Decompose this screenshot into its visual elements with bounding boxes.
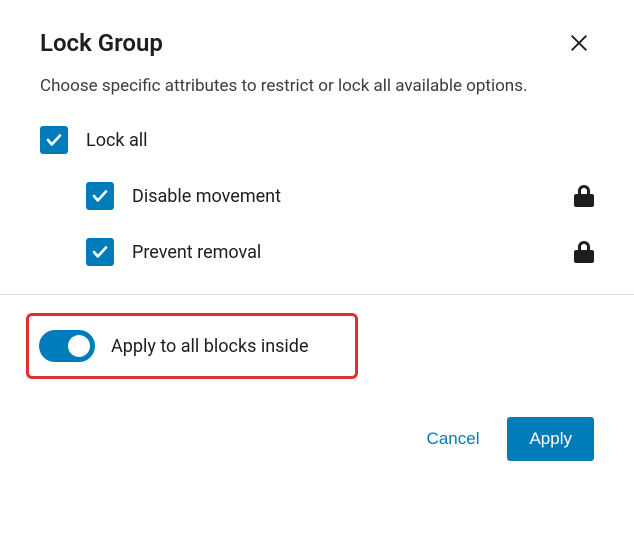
modal-footer: Cancel Apply: [40, 417, 594, 461]
prevent-removal-checkbox[interactable]: [86, 238, 114, 266]
apply-inside-highlight: Apply to all blocks inside: [26, 313, 358, 379]
apply-inside-label: Apply to all blocks inside: [111, 336, 309, 357]
disable-movement-label: Disable movement: [132, 186, 281, 207]
lock-group-modal: Lock Group Choose specific attributes to…: [0, 0, 634, 493]
close-icon: [568, 32, 590, 54]
modal-title: Lock Group: [40, 29, 163, 57]
disable-movement-left: Disable movement: [86, 182, 281, 210]
prevent-removal-label: Prevent removal: [132, 242, 261, 263]
lock-icon: [574, 240, 594, 264]
divider: [0, 294, 634, 295]
cancel-button[interactable]: Cancel: [419, 419, 488, 459]
close-button[interactable]: [564, 28, 594, 58]
lock-all-checkbox[interactable]: [40, 126, 68, 154]
lock-icon: [574, 184, 594, 208]
lock-all-option: Lock all: [40, 126, 594, 154]
lock-all-label: Lock all: [86, 130, 148, 151]
disable-movement-checkbox[interactable]: [86, 182, 114, 210]
toggle-thumb: [68, 335, 90, 357]
disable-movement-option: Disable movement: [40, 182, 594, 210]
modal-description: Choose specific attributes to restrict o…: [40, 76, 594, 96]
check-icon: [91, 187, 109, 205]
apply-button[interactable]: Apply: [507, 417, 594, 461]
check-icon: [91, 243, 109, 261]
modal-header: Lock Group: [40, 28, 594, 58]
check-icon: [45, 131, 63, 149]
apply-inside-toggle[interactable]: [39, 330, 95, 362]
prevent-removal-left: Prevent removal: [86, 238, 261, 266]
prevent-removal-option: Prevent removal: [40, 238, 594, 266]
